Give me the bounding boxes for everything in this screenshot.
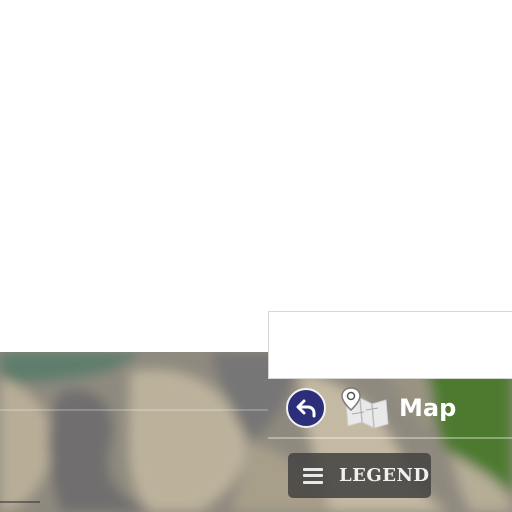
legend-button[interactable]: LEGEND bbox=[288, 453, 431, 498]
back-arrow-icon bbox=[296, 399, 316, 418]
toolbar-divider bbox=[268, 437, 512, 439]
map-search-box[interactable] bbox=[268, 311, 512, 379]
map-title: Map bbox=[399, 394, 457, 422]
map-toolbar: Map bbox=[268, 380, 512, 438]
hamburger-icon bbox=[303, 467, 323, 484]
back-button[interactable] bbox=[286, 388, 326, 428]
folded-map-pin-icon bbox=[340, 386, 392, 432]
legend-label: LEGEND bbox=[339, 465, 430, 486]
